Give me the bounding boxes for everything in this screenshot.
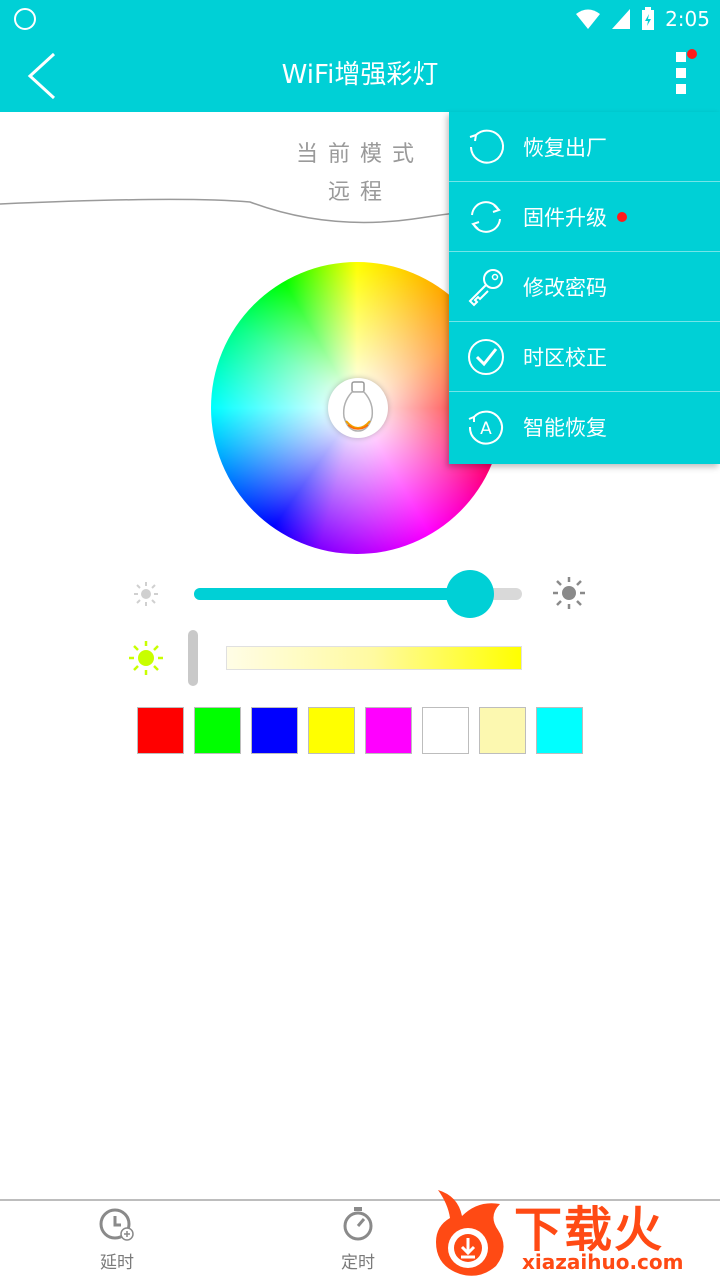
color-temp-handle[interactable] [188, 630, 198, 686]
status-time: 2:05 [665, 7, 710, 31]
more-vert-icon [676, 49, 697, 94]
app-bar: 2:05 WiFi增强彩灯 [0, 0, 720, 112]
nav-delay[interactable]: 延时 [57, 1206, 177, 1273]
preset-swatches [137, 707, 583, 754]
color-swatch[interactable] [536, 707, 583, 754]
color-swatch[interactable] [137, 707, 184, 754]
restore-icon [469, 129, 504, 164]
delay-clock-icon [99, 1208, 134, 1241]
page-title: WiFi增强彩灯 [281, 60, 439, 90]
key-icon [468, 268, 503, 306]
brightness-slider[interactable] [194, 570, 522, 618]
update-badge-dot [617, 211, 627, 222]
menu-item-smart-restore[interactable]: A 智能恢复 [449, 392, 720, 462]
nav-timer[interactable]: 定时 [298, 1206, 418, 1273]
bulb-icon [342, 381, 374, 432]
firmware-update-icon [471, 200, 501, 233]
color-swatch[interactable] [422, 707, 469, 754]
notification-icon [14, 8, 36, 30]
watermark-url: xiazaihuo.com [522, 1250, 684, 1274]
color-temp-slider[interactable] [226, 646, 522, 670]
bulb-toggle[interactable] [328, 378, 388, 438]
color-swatch[interactable] [365, 707, 412, 754]
overflow-menu: 恢复出厂 固件升级 修改密码 时区校正 A 智能恢复 [449, 112, 720, 464]
signal-icon [612, 9, 631, 29]
menu-badge-dot [687, 49, 697, 59]
menu-item-label: 恢复出厂 [523, 135, 607, 160]
menu-item-change-password[interactable]: 修改密码 [449, 252, 720, 322]
more-menu-button[interactable] [664, 48, 704, 100]
status-bar: 2:05 [575, 6, 710, 32]
brightness-thumb[interactable] [446, 570, 494, 618]
flame-logo-icon [436, 1190, 504, 1276]
color-swatch[interactable] [194, 707, 241, 754]
smart-restore-icon: A [468, 410, 503, 445]
brightness-fill [194, 588, 470, 600]
menu-item-label: 时区校正 [523, 345, 607, 370]
color-swatch[interactable] [251, 707, 298, 754]
nav-timer-label: 定时 [341, 1253, 375, 1273]
menu-item-firmware-update[interactable]: 固件升级 [449, 182, 720, 252]
stopwatch-icon [343, 1207, 373, 1241]
brightness-high-icon [553, 577, 585, 609]
color-swatch[interactable] [479, 707, 526, 754]
menu-item-label: 固件升级 [523, 205, 607, 230]
color-swatch[interactable] [308, 707, 355, 754]
menu-item-timezone[interactable]: 时区校正 [449, 322, 720, 392]
menu-item-label: 智能恢复 [523, 416, 607, 440]
svg-text:A: A [480, 419, 492, 439]
battery-icon [642, 7, 655, 30]
watermark: 下载火 xiazaihuo.com [428, 1186, 720, 1280]
warm-light-icon [129, 641, 163, 675]
wifi-icon [576, 9, 601, 29]
check-circle-icon [468, 338, 504, 375]
menu-item-factory-reset[interactable]: 恢复出厂 [449, 112, 720, 182]
menu-item-label: 修改密码 [523, 275, 607, 300]
brightness-low-icon [134, 582, 158, 606]
nav-delay-label: 延时 [100, 1253, 134, 1273]
